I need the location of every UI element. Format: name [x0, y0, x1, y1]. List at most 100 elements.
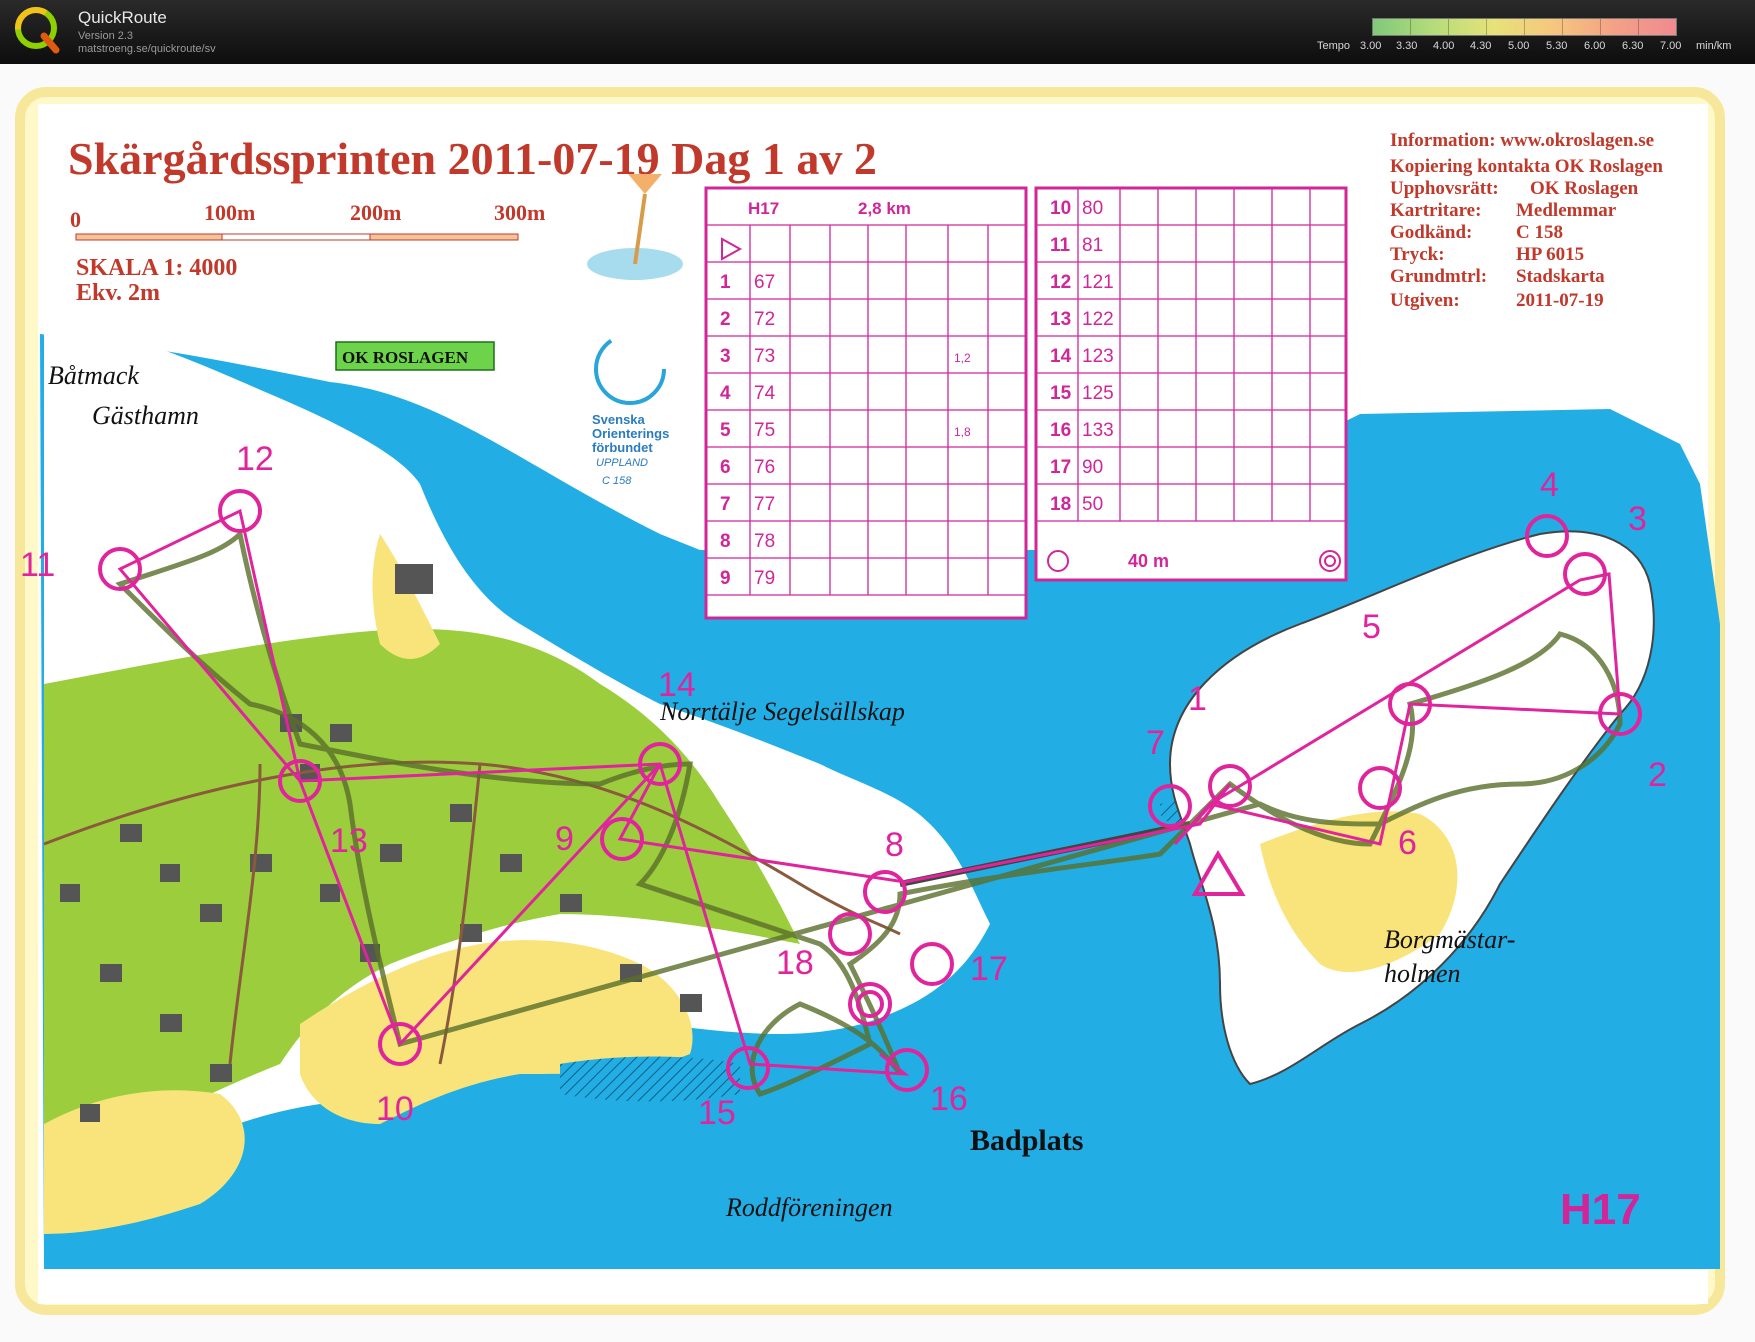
class-label: H17 — [1560, 1185, 1641, 1234]
cd-control-code: 75 — [754, 420, 775, 441]
cd-control-number: 13 — [1050, 309, 1071, 330]
cd-control-code: 133 — [1082, 420, 1114, 441]
control-number: 5 — [1362, 608, 1381, 646]
tempo-value: 3.00 — [1360, 40, 1382, 52]
cd-finish-distance: 40 m — [1128, 551, 1169, 571]
place-name: holmen — [1384, 959, 1461, 988]
tempo-value: 7.00 — [1660, 40, 1682, 52]
cd-control-code: 67 — [754, 272, 775, 293]
info-line: Godkänd: — [1390, 222, 1472, 243]
app-url[interactable]: matstroeng.se/quickroute/sv — [78, 43, 216, 55]
place-name: Badplats — [970, 1124, 1083, 1157]
info-line: Tryck: — [1390, 244, 1445, 265]
control-number: 17 — [970, 950, 1008, 988]
place-name: Roddföreningen — [725, 1193, 893, 1222]
info-value: OK Roslagen — [1530, 178, 1639, 199]
control-number: 15 — [698, 1094, 736, 1132]
cd-control-code: 73 — [754, 346, 775, 367]
cd-control-number: 9 — [720, 568, 731, 589]
scale-label: 0 — [70, 207, 81, 232]
cd-control-number: 16 — [1050, 420, 1071, 441]
place-name: Gästhamn — [92, 401, 199, 430]
place-name: Norrtälje Segelsällskap — [659, 697, 905, 726]
cd-control-code: 123 — [1082, 346, 1114, 367]
tempo-value: 6.00 — [1584, 40, 1606, 52]
cd-control-code: 122 — [1082, 309, 1114, 330]
cd-control-number: 10 — [1050, 198, 1071, 219]
cd-class: H17 — [748, 199, 779, 218]
control-number: 18 — [776, 944, 814, 982]
orienteering-map[interactable]: 1 2 3 4 5 6 7 8 9 10 11 12 13 14 15 16 1… — [0, 64, 1755, 1342]
scale-label: 200m — [350, 200, 401, 225]
info-value: C 158 — [1516, 222, 1563, 243]
cd-control-number: 17 — [1050, 457, 1071, 478]
control-number: 16 — [930, 1080, 968, 1118]
federation-text: förbundet — [592, 440, 653, 455]
equidistance-text: Ekv. 2m — [76, 280, 160, 306]
federation-text: C 158 — [602, 475, 632, 487]
control-number: 4 — [1540, 466, 1559, 504]
cd-control-code: 72 — [754, 309, 775, 330]
map-canvas[interactable]: 1 2 3 4 5 6 7 8 9 10 11 12 13 14 15 16 1… — [0, 64, 1755, 1342]
cd-control-number: 15 — [1050, 383, 1072, 404]
info-line: Utgiven: — [1390, 290, 1460, 311]
cd-control-number: 6 — [720, 457, 731, 478]
tempo-color-scale — [1372, 18, 1677, 36]
cd-control-code: 121 — [1082, 272, 1114, 293]
cd-control-code: 90 — [1082, 457, 1103, 478]
scale-label: 100m — [204, 200, 255, 225]
tempo-value: 4.30 — [1470, 40, 1492, 52]
info-line: Kartritare: — [1390, 200, 1481, 221]
cd-length: 2,8 km — [858, 199, 911, 218]
cd-control-code: 78 — [754, 531, 775, 552]
tempo-label: Tempo — [1317, 40, 1351, 52]
cd-control-extra: 1,2 — [954, 351, 971, 365]
info-value: Stadskarta — [1516, 266, 1605, 287]
tempo-value: 3.30 — [1396, 40, 1418, 52]
cd-control-number: 7 — [720, 494, 731, 515]
cd-control-extra: 1,8 — [954, 425, 971, 439]
control-number: 12 — [236, 440, 274, 478]
control-number: 1 — [1188, 680, 1207, 718]
control-description-table: H17 2,8 km 1 672 723 73 1,24 745 75 1,86 767 778 7… — [704, 186, 1348, 620]
scale-label: 300m — [494, 200, 545, 225]
cd-control-number: 5 — [720, 420, 731, 441]
tempo-value: 5.30 — [1546, 40, 1568, 52]
place-name: Båtmack — [48, 361, 139, 390]
cd-control-number: 18 — [1050, 494, 1071, 515]
cd-control-number: 11 — [1050, 235, 1071, 256]
cd-control-code: 74 — [754, 383, 776, 404]
info-line: Upphovsrätt: — [1390, 178, 1499, 199]
control-number: 8 — [885, 826, 904, 864]
info-line: Kopiering kontakta OK Roslagen — [1390, 156, 1663, 177]
control-number: 7 — [1146, 724, 1165, 762]
control-number: 9 — [555, 820, 574, 858]
app-version: Version 2.3 — [78, 30, 134, 42]
tempo-unit: min/km — [1696, 40, 1732, 52]
cd-control-code: 50 — [1082, 494, 1103, 515]
quickroute-logo-icon — [15, 7, 60, 54]
cd-control-number: 3 — [720, 346, 731, 367]
app-title-bar: QuickRoute Version 2.3 matstroeng.se/qui… — [0, 0, 1755, 64]
cd-control-code: 76 — [754, 457, 775, 478]
federation-text: UPPLAND — [596, 457, 648, 469]
cd-control-code: 80 — [1082, 198, 1103, 219]
cd-control-code: 81 — [1082, 235, 1103, 256]
cd-control-code: 125 — [1082, 383, 1114, 404]
tempo-value: 6.30 — [1622, 40, 1644, 52]
app-name: QuickRoute — [78, 8, 167, 27]
tempo-value: 4.00 — [1433, 40, 1455, 52]
control-number: 11 — [20, 546, 55, 584]
cd-control-number: 2 — [720, 309, 731, 330]
control-number: 2 — [1648, 756, 1667, 794]
map-title: Skärgårdssprinten 2011-07-19 Dag 1 av 2 — [68, 133, 877, 184]
info-line: Grundmtrl: — [1390, 266, 1487, 287]
cd-control-number: 14 — [1050, 346, 1072, 367]
cd-control-number: 12 — [1050, 272, 1071, 293]
club-logo: OK ROSLAGEN — [335, 341, 495, 371]
info-value: HP 6015 — [1516, 244, 1584, 265]
info-value: 2011-07-19 — [1516, 290, 1604, 311]
cd-control-number: 4 — [720, 383, 731, 404]
info-line: Information: www.okroslagen.se — [1390, 130, 1654, 151]
control-number: 10 — [376, 1090, 414, 1128]
